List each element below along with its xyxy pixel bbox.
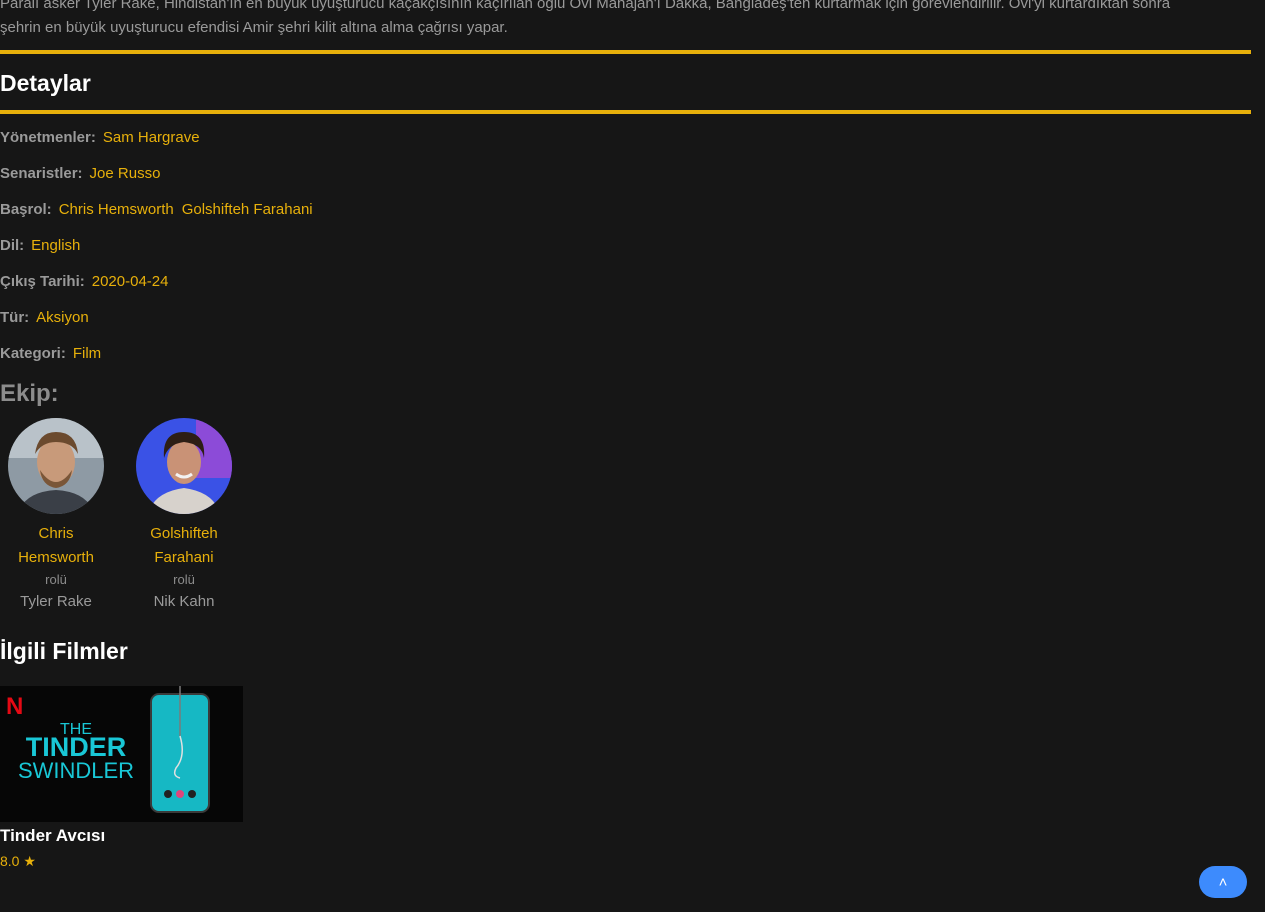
category-label: Kategori: xyxy=(0,345,66,362)
related-movie-poster[interactable]: N THE TINDER SWINDLER xyxy=(0,686,243,822)
crew-character: Nik Kahn xyxy=(153,593,215,610)
genre-label: Tür: xyxy=(0,309,30,326)
poster-artwork: N THE TINDER SWINDLER xyxy=(0,686,243,822)
related-movie-title[interactable]: Tinder Avcısı xyxy=(0,826,105,846)
avatar-portrait-icon xyxy=(8,418,104,514)
section-divider-top xyxy=(0,50,1251,54)
writers-label: Senaristler: xyxy=(0,165,83,182)
crew-name[interactable]: Golshifteh Farahani xyxy=(128,522,240,570)
writers-row: Senaristler: Joe Russo xyxy=(0,164,168,184)
crew-first-name: Chris xyxy=(38,525,74,542)
avatar[interactable] xyxy=(8,418,104,514)
avatar-portrait-icon xyxy=(136,418,232,514)
crew-title: Ekip: xyxy=(0,380,59,407)
synopsis: Paralı asker Tyler Rake, Hindistan'ın en… xyxy=(0,0,1240,40)
genre-row: Tür: Aksiyon xyxy=(0,308,97,328)
director-link[interactable]: Sam Hargrave xyxy=(103,129,200,146)
crew-name[interactable]: Chris Hemsworth xyxy=(0,522,112,570)
chevron-double-up-icon: ˄ xyxy=(1218,873,1228,891)
directors-row: Yönetmenler: Sam Hargrave xyxy=(0,128,208,148)
language-label: Dil: xyxy=(0,237,25,254)
release-row: Çıkış Tarihi: 2020-04-24 xyxy=(0,272,176,292)
crew-role-label: rolü xyxy=(45,572,67,587)
crew-last-name: Farahani xyxy=(154,549,214,566)
genre-link[interactable]: Aksiyon xyxy=(36,309,89,326)
details-title: Detaylar xyxy=(0,70,91,96)
crew-first-name: Golshifteh xyxy=(150,525,218,542)
related-movie-rating: 8.0 ★ xyxy=(0,853,36,870)
rating-value: 8.0 xyxy=(0,853,20,869)
crew-card[interactable]: Golshifteh Farahani rolü Nik Kahn xyxy=(128,418,240,614)
release-label: Çıkış Tarihi: xyxy=(0,273,85,290)
cast-link-2[interactable]: Golshifteh Farahani xyxy=(182,201,313,218)
crew-last-name: Hemsworth xyxy=(18,549,94,566)
related-title: İlgili Filmler xyxy=(0,638,128,664)
scroll-top-button[interactable]: ˄ xyxy=(1199,866,1247,898)
language-row: Dil: English xyxy=(0,236,88,256)
avatar[interactable] xyxy=(136,418,232,514)
cast-label: Başrol: xyxy=(0,201,52,218)
release-link[interactable]: 2020-04-24 xyxy=(92,273,169,290)
synopsis-line-2: şehrin en büyük uyuşturucu efendisi Amir… xyxy=(0,19,508,36)
crew-role-label: rolü xyxy=(173,572,195,587)
section-divider-bottom xyxy=(0,110,1251,114)
cast-link-1[interactable]: Chris Hemsworth xyxy=(59,201,174,218)
poster-title-line-3: SWINDLER xyxy=(18,758,134,783)
directors-label: Yönetmenler: xyxy=(0,129,96,146)
category-row: Kategori: Film xyxy=(0,344,109,364)
category-link[interactable]: Film xyxy=(73,345,101,362)
star-icon: ★ xyxy=(23,853,36,869)
crew-character: Tyler Rake xyxy=(20,593,92,610)
language-link[interactable]: English xyxy=(31,237,80,254)
netflix-logo-icon: N xyxy=(6,693,23,720)
cast-row: Başrol: Chris Hemsworth Golshifteh Farahan… xyxy=(0,200,321,220)
synopsis-line-1: Paralı asker Tyler Rake, Hindistan'ın en… xyxy=(0,0,1171,12)
crew-card[interactable]: Chris Hemsworth rolü Tyler Rake xyxy=(0,418,112,614)
writer-link[interactable]: Joe Russo xyxy=(90,165,161,182)
